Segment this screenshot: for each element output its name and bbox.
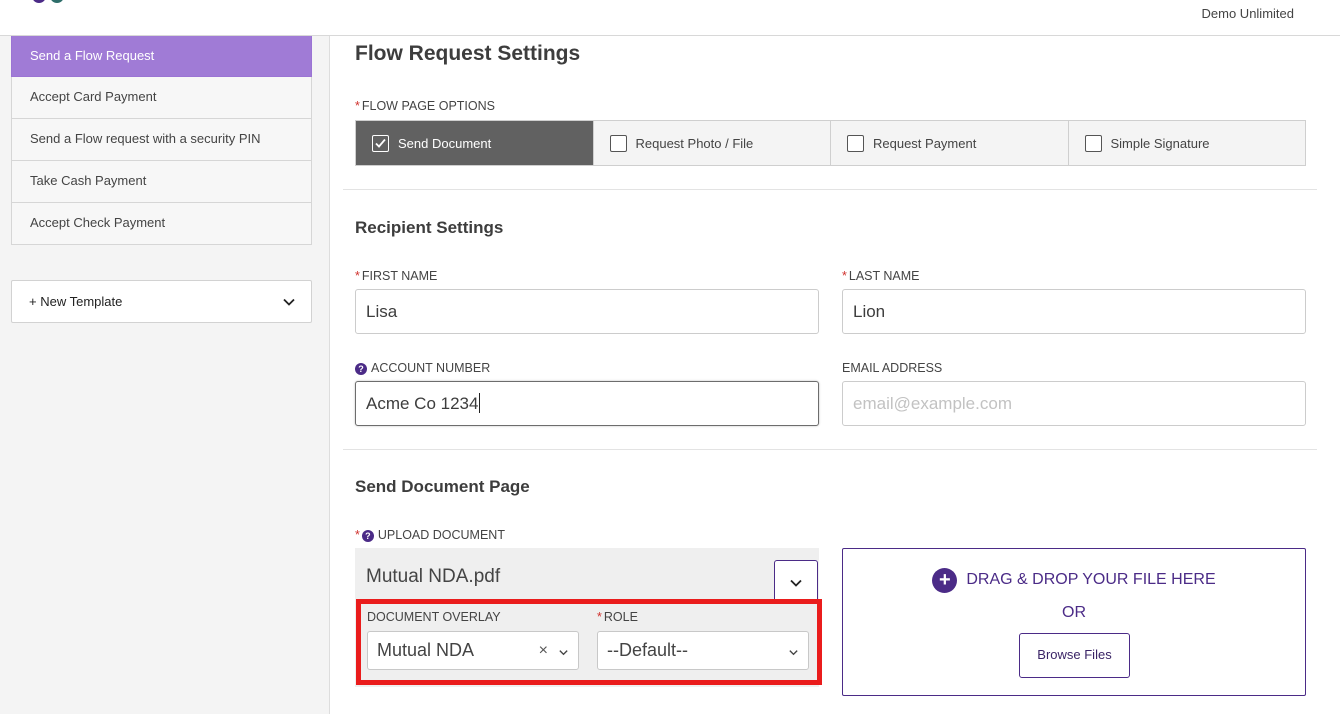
help-icon[interactable]: ? bbox=[355, 363, 367, 375]
last-name-field[interactable]: Lion bbox=[842, 289, 1306, 334]
document-overlay-label: DOCUMENT OVERLAY bbox=[367, 610, 501, 624]
option-send-document[interactable]: Send Document bbox=[356, 121, 593, 165]
email-address-field[interactable]: email@example.com bbox=[842, 381, 1306, 426]
recipient-settings-title: Recipient Settings bbox=[355, 218, 504, 237]
logo-mark-purple bbox=[32, 0, 46, 3]
account-number-label: ? ACCOUNT NUMBER bbox=[355, 361, 490, 375]
chevron-down-icon bbox=[790, 579, 802, 587]
overlay-role-highlight: DOCUMENT OVERLAY Mutual NDA × * ROLE --De… bbox=[356, 599, 822, 685]
dropzone-text: + DRAG & DROP YOUR FILE HERE bbox=[843, 568, 1305, 593]
option-simple-signature[interactable]: Simple Signature bbox=[1067, 121, 1306, 165]
logo-mark-teal bbox=[50, 0, 64, 3]
first-name-label: * FIRST NAME bbox=[355, 269, 438, 283]
checkbox-icon bbox=[1084, 134, 1102, 152]
role-select[interactable]: --Default-- bbox=[597, 631, 809, 670]
sidebar-item-accept-card-payment[interactable]: Accept Card Payment bbox=[11, 77, 312, 119]
file-dropzone[interactable]: + DRAG & DROP YOUR FILE HERE OR Browse Fi… bbox=[842, 548, 1306, 696]
help-icon[interactable]: ? bbox=[361, 530, 374, 542]
sidebar: Send a Flow Request Accept Card Payment … bbox=[0, 36, 330, 714]
checkbox-checked-icon bbox=[372, 134, 389, 152]
sidebar-item-send-flow-request[interactable]: Send a Flow Request bbox=[11, 36, 312, 77]
app-logo[interactable] bbox=[30, 0, 74, 4]
last-name-label: * LAST NAME bbox=[842, 269, 920, 283]
flow-page-options-label: * FLOW PAGE OPTIONS bbox=[355, 99, 495, 113]
upload-document-label: *? UPLOAD DOCUMENT bbox=[355, 528, 505, 542]
section-divider bbox=[343, 189, 1317, 190]
email-address-label: EMAIL ADDRESS bbox=[842, 361, 943, 375]
checkbox-icon bbox=[609, 134, 627, 152]
clear-icon[interactable]: × bbox=[539, 632, 548, 669]
document-overlay-select[interactable]: Mutual NDA × bbox=[367, 631, 579, 670]
sidebar-item-accept-check-payment[interactable]: Accept Check Payment bbox=[11, 203, 312, 245]
dropzone-or: OR bbox=[1062, 604, 1086, 621]
chevron-down-icon bbox=[283, 298, 295, 306]
account-number-field[interactable]: Acme Co 1234 bbox=[355, 381, 819, 426]
page-title: Flow Request Settings bbox=[355, 42, 581, 65]
upload-document-value[interactable]: Mutual NDA.pdf bbox=[366, 566, 500, 588]
checkbox-icon bbox=[847, 134, 864, 152]
main-content: Flow Request Settings * FLOW PAGE OPTIONS… bbox=[331, 36, 1340, 714]
required-marker: * bbox=[355, 99, 360, 113]
chevron-down-icon bbox=[559, 650, 568, 656]
sidebar-item-take-cash-payment[interactable]: Take Cash Payment bbox=[11, 161, 312, 203]
plus-circle-icon: + bbox=[932, 568, 958, 593]
option-request-payment[interactable]: Request Payment bbox=[830, 121, 1068, 165]
first-name-field[interactable]: Lisa bbox=[355, 289, 819, 334]
flow-page-options: Send Document Request Photo / File Reque… bbox=[355, 120, 1306, 166]
role-label: * ROLE bbox=[597, 610, 638, 624]
sidebar-item-flow-request-security-pin[interactable]: Send a Flow request with a security PIN bbox=[11, 119, 312, 161]
organization-name[interactable]: Demo Unlimited bbox=[1202, 6, 1294, 21]
option-request-photo-file[interactable]: Request Photo / File bbox=[592, 121, 831, 165]
template-list: Send a Flow Request Accept Card Payment … bbox=[11, 36, 312, 245]
send-document-page-title: Send Document Page bbox=[355, 477, 530, 496]
top-bar: Demo Unlimited bbox=[0, 0, 1340, 36]
section-divider bbox=[343, 449, 1317, 450]
new-template-dropdown[interactable]: + New Template bbox=[11, 280, 312, 323]
upload-document-dropdown-button[interactable] bbox=[774, 560, 818, 603]
new-template-label: New Template bbox=[40, 294, 123, 309]
plus-icon: + bbox=[29, 294, 37, 309]
text-cursor bbox=[479, 393, 481, 413]
browse-files-button[interactable]: Browse Files bbox=[1019, 633, 1130, 678]
chevron-down-icon bbox=[789, 650, 798, 656]
